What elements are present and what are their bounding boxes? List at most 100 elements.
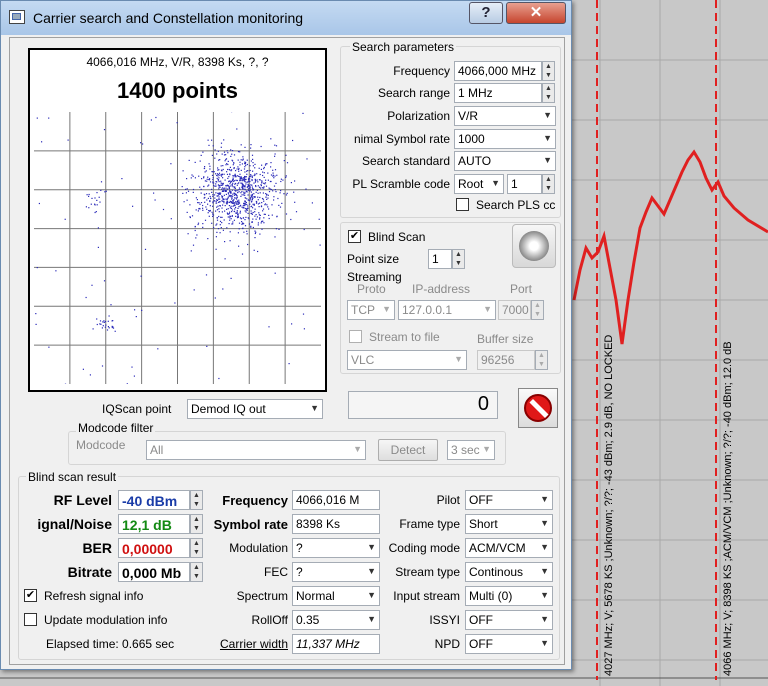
constellation-point: [220, 169, 223, 171]
constellation-point: [217, 175, 219, 177]
constellation-point: [245, 197, 247, 199]
polarization-label: Polarization: [387, 109, 450, 123]
port-input[interactable]: 7000: [498, 300, 531, 320]
signal-noise-value: 12,1 dB: [118, 514, 190, 534]
constellation-point: [229, 217, 231, 219]
constellation-point: [235, 212, 237, 214]
constellation-point: [199, 186, 201, 188]
stream-to-file-checkbox[interactable]: [349, 330, 362, 343]
constellation-point: [238, 187, 241, 189]
constellation-point: [229, 219, 231, 221]
detect-time-select[interactable]: 3 sec: [447, 440, 495, 460]
point-size-input[interactable]: 1: [428, 249, 452, 269]
constellation-point: [224, 205, 226, 207]
constellation-point: [250, 160, 252, 162]
constellation-point: [218, 196, 220, 198]
constellation-point: [195, 209, 197, 211]
fec-select[interactable]: ?: [292, 562, 380, 582]
pl-scramble-code-input[interactable]: 1: [507, 174, 542, 194]
modcode-select[interactable]: All: [146, 440, 366, 460]
point-size-spinner[interactable]: ▲ ▼: [452, 249, 465, 269]
constellation-point: [280, 180, 282, 183]
buffer-size-input[interactable]: 96256: [477, 350, 535, 370]
constellation-point: [229, 166, 231, 168]
polarization-select[interactable]: V/R: [454, 106, 556, 126]
frequency-spinner[interactable]: ▲ ▼: [542, 61, 555, 81]
constellation-point: [202, 207, 204, 209]
constellation-point: [246, 186, 248, 188]
constellation-point: [216, 219, 219, 221]
npd-label: NPD: [434, 637, 460, 651]
constellation-point: [174, 302, 176, 304]
detect-button[interactable]: Detect: [378, 439, 438, 461]
coding-mode-select[interactable]: ACM/VCM: [465, 538, 553, 558]
npd-select[interactable]: OFF: [465, 634, 553, 654]
issyi-select[interactable]: OFF: [465, 610, 553, 630]
constellation-point: [206, 180, 208, 182]
constellation-point: [245, 216, 247, 218]
pl-scramble-code-spinner[interactable]: ▲ ▼: [542, 174, 555, 194]
pl-scramble-mode-select[interactable]: Root: [454, 174, 504, 194]
constellation-point: [214, 149, 216, 151]
constellation-point: [201, 178, 203, 180]
search-pls-checkbox[interactable]: [456, 198, 469, 211]
constellation-point: [96, 323, 98, 326]
refresh-signal-checkbox[interactable]: ✔: [24, 589, 37, 602]
dialog-window: Carrier search and Constellation monitor…: [0, 0, 572, 670]
constellation-point: [239, 176, 241, 178]
constellation-point: [212, 145, 214, 147]
constellation-point: [203, 167, 206, 169]
constellation-point: [215, 200, 217, 202]
constellation-point: [229, 174, 231, 176]
constellation-point: [244, 146, 246, 148]
title-bar[interactable]: Carrier search and Constellation monitor…: [1, 1, 571, 35]
close-button[interactable]: ✕: [506, 2, 566, 24]
input-stream-select[interactable]: Multi (0): [465, 586, 553, 606]
update-modulation-checkbox[interactable]: [24, 613, 37, 626]
constellation-point: [230, 149, 232, 151]
constellation-point: [263, 222, 265, 224]
search-range-input[interactable]: 1 MHz: [454, 83, 542, 103]
constellation-point: [240, 144, 242, 146]
constellation-point: [220, 216, 222, 218]
port-spinner[interactable]: ▲ ▼: [531, 300, 544, 320]
proto-select[interactable]: TCP: [347, 300, 395, 320]
stream-type-select[interactable]: Continous: [465, 562, 553, 582]
constellation-point: [226, 188, 229, 190]
constellation-point: [241, 191, 243, 193]
pilot-select[interactable]: OFF: [465, 490, 553, 510]
search-standard-select[interactable]: AUTO: [454, 151, 556, 171]
constellation-point: [220, 180, 222, 182]
symbol-rate-select[interactable]: 1000: [454, 129, 556, 149]
search-range-spinner[interactable]: ▲ ▼: [542, 83, 555, 103]
help-button[interactable]: ?: [469, 2, 503, 24]
spectrum-select[interactable]: Normal: [292, 586, 380, 606]
constellation-point: [302, 112, 304, 114]
constellation-point: [219, 198, 221, 200]
constellation-point: [261, 228, 263, 230]
frame-type-select[interactable]: Short: [465, 514, 553, 534]
modulation-select[interactable]: ?: [292, 538, 380, 558]
constellation-point: [216, 181, 218, 183]
constellation-point: [191, 215, 194, 217]
constellation-point: [181, 186, 183, 188]
player-select[interactable]: VLC: [347, 350, 467, 370]
constellation-point: [262, 208, 265, 210]
constellation-point: [209, 195, 211, 198]
buffer-size-spinner[interactable]: ▲ ▼: [535, 350, 548, 370]
stop-button[interactable]: [518, 388, 558, 428]
constellation-point: [102, 321, 104, 323]
constellation-point: [100, 189, 102, 191]
constellation-point: [212, 181, 214, 183]
constellation-point: [245, 176, 247, 178]
constellation-point: [302, 313, 305, 315]
constellation-point: [244, 176, 246, 178]
constellation-point: [246, 198, 248, 200]
ip-address-select[interactable]: 127.0.0.1: [398, 300, 496, 320]
blind-scan-checkbox[interactable]: ✔: [348, 230, 361, 243]
rolloff-select[interactable]: 0.35: [292, 610, 380, 630]
iqscan-select[interactable]: Demod IQ out: [187, 399, 323, 419]
scan-animation-icon[interactable]: [512, 224, 556, 268]
frequency-input[interactable]: 4066,000 MHz: [454, 61, 542, 81]
constellation-point: [275, 228, 277, 230]
